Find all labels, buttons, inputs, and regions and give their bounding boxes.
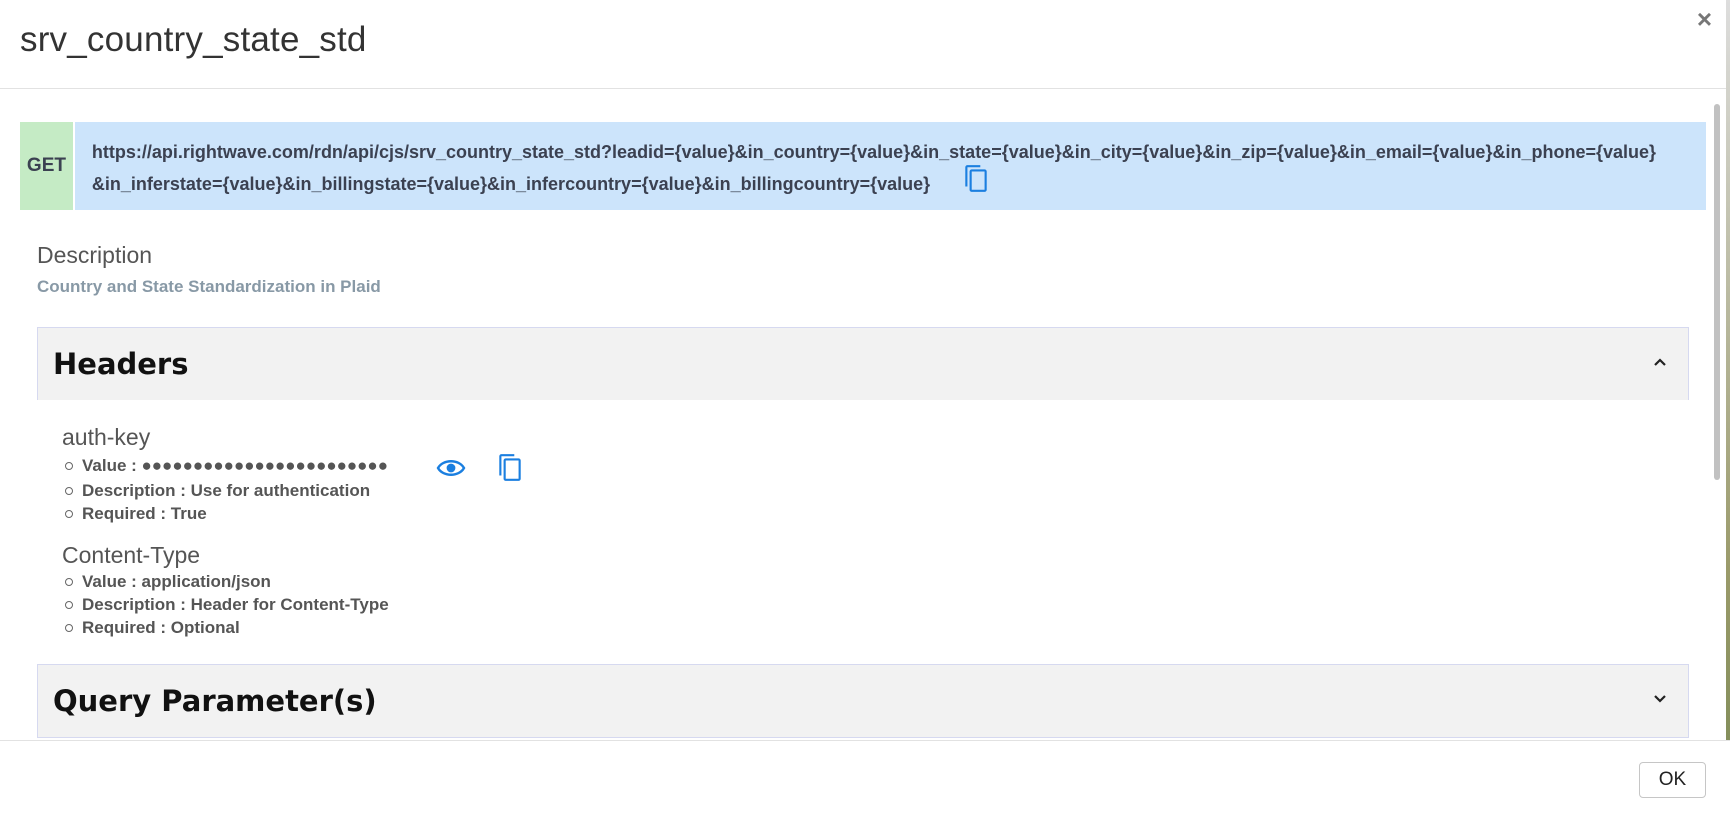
header-description: Description : Header for Content-Type — [62, 593, 389, 616]
api-detail-modal: srv_country_state_std × GET https://api.… — [0, 0, 1730, 815]
endpoint-url-line-2-text: &in_inferstate={value}&in_billingstate={… — [91, 173, 931, 194]
header-description-text: Description : Header for Content-Type — [82, 595, 389, 614]
copy-icon[interactable] — [963, 164, 989, 202]
modal-scrollbar[interactable] — [1714, 104, 1720, 480]
header-required: Required : True — [62, 502, 388, 525]
modal-body[interactable]: GET https://api.rightwave.com/rdn/api/cj… — [0, 90, 1712, 740]
close-icon[interactable]: × — [1697, 6, 1712, 32]
header-value-text: Value : ●●●●●●●●●●●●●●●●●●●●●●●● — [82, 456, 388, 475]
endpoint-url-line-2: &in_inferstate={value}&in_billingstate={… — [91, 164, 1656, 204]
chevron-down-icon[interactable] — [1652, 691, 1668, 712]
copy-icon[interactable] — [497, 453, 523, 488]
header-value: Value : application/json — [62, 570, 389, 593]
query-parameters-section-toggle[interactable]: Query Parameter(s) — [38, 665, 1688, 737]
description-text: Country and State Standardization in Pla… — [37, 277, 381, 296]
header-name-content-type: Content-Type — [62, 542, 201, 568]
header-name-auth-key: auth-key — [62, 424, 151, 450]
description-title: Description — [37, 242, 153, 268]
endpoint-url-line-1: https://api.rightwave.com/rdn/api/cjs/sr… — [91, 142, 1656, 162]
header-value-text: Value : application/json — [82, 572, 271, 591]
header-description-text: Description : Use for authentication — [82, 481, 371, 500]
endpoint-bar: GET https://api.rightwave.com/rdn/api/cj… — [20, 122, 1706, 210]
header-details-auth-key: Value : ●●●●●●●●●●●●●●●●●●●●●●●● Descrip… — [62, 454, 388, 525]
headers-section-toggle[interactable]: Headers — [38, 328, 1688, 400]
header-required-text: Required : True — [82, 504, 207, 523]
modal-title: srv_country_state_std — [20, 20, 367, 59]
header-required-text: Required : Optional — [82, 618, 240, 637]
modal-footer: OK — [0, 740, 1730, 815]
ok-button[interactable]: OK — [1639, 762, 1706, 798]
modal-header: srv_country_state_std × — [0, 0, 1730, 89]
eye-icon[interactable] — [436, 456, 466, 485]
query-parameters-section[interactable]: Query Parameter(s) — [37, 664, 1689, 738]
query-parameters-section-title: Query Parameter(s) — [53, 684, 377, 718]
headers-section-title: Headers — [53, 347, 189, 381]
header-value: Value : ●●●●●●●●●●●●●●●●●●●●●●●● — [62, 454, 388, 477]
http-method-badge: GET — [20, 122, 75, 210]
headers-section[interactable]: Headers — [37, 327, 1689, 401]
header-required: Required : Optional — [62, 616, 389, 639]
header-description: Description : Use for authentication — [62, 479, 388, 502]
header-details-content-type: Value : application/json Description : H… — [62, 570, 389, 639]
endpoint-url: https://api.rightwave.com/rdn/api/cjs/sr… — [74, 122, 1706, 210]
headers-section-body: auth-key Value : ●●●●●●●●●●●●●●●●●●●●●●●… — [37, 400, 1689, 665]
background-edge — [1726, 0, 1730, 815]
chevron-up-icon[interactable] — [1652, 354, 1668, 375]
